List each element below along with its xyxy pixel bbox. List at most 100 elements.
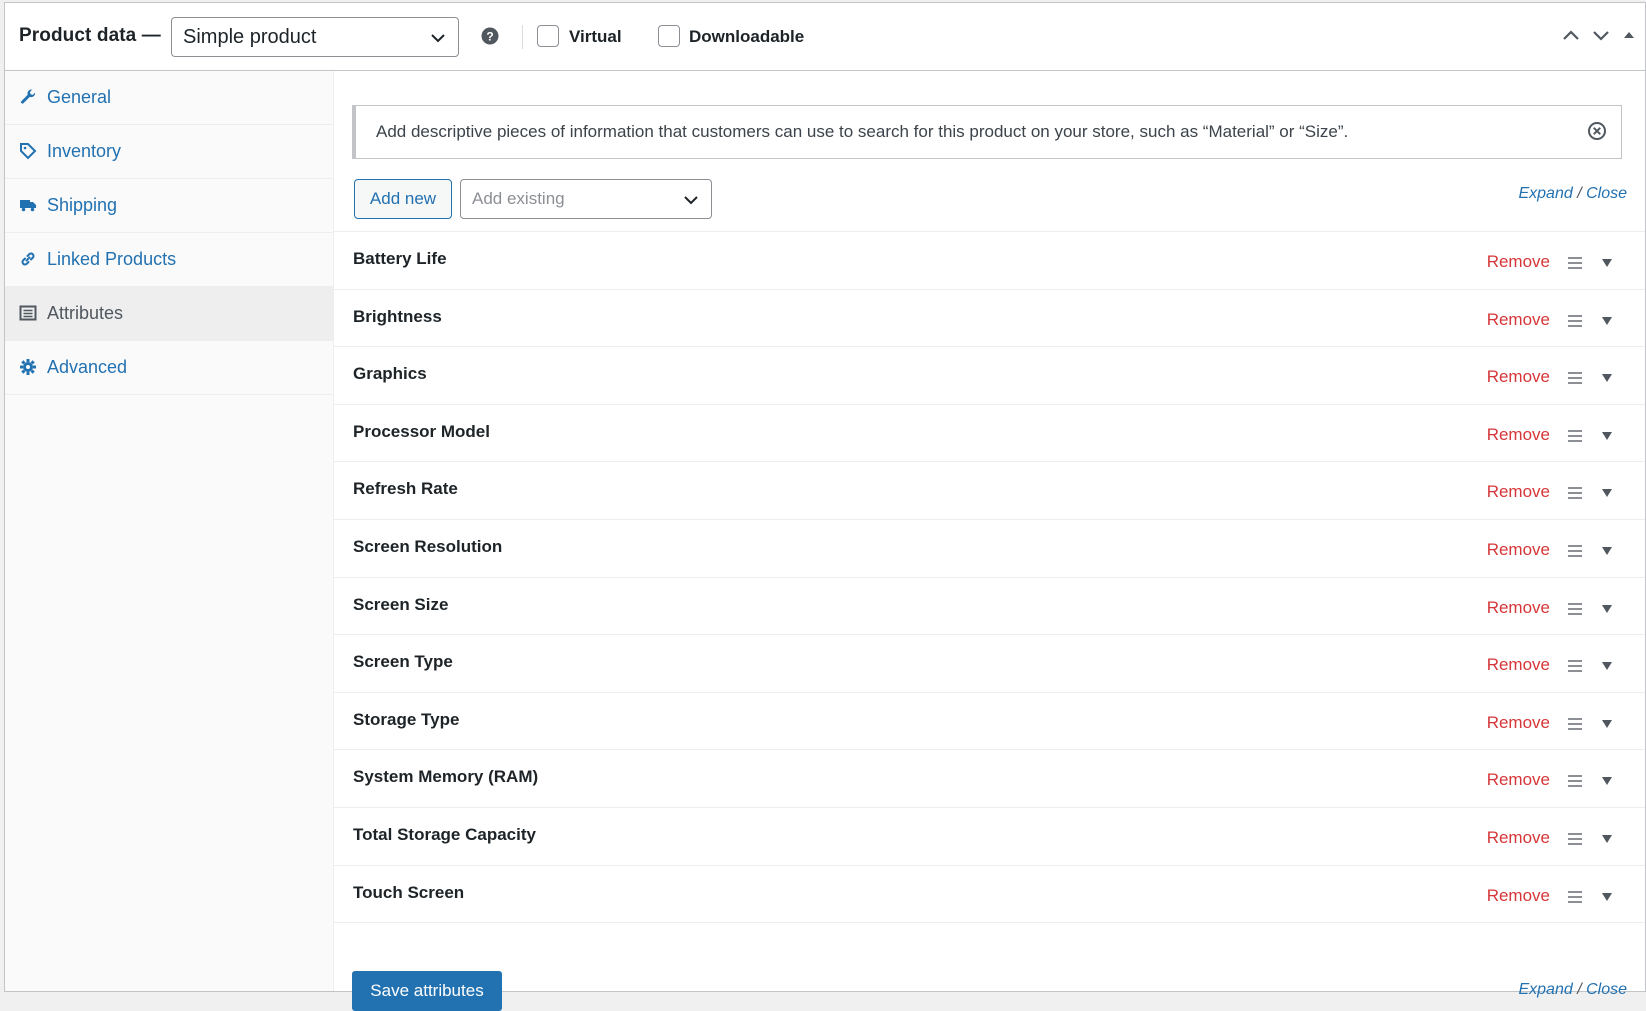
tab-advanced[interactable]: Advanced: [5, 341, 333, 395]
tab-label: Attributes: [47, 303, 124, 323]
expand-close-links-bottom: Expand / Close: [1518, 981, 1627, 998]
panel-title: Product data —: [19, 25, 161, 46]
chevron-down-icon: [684, 196, 698, 205]
expand-toggle-icon[interactable]: [1601, 834, 1613, 844]
expand-toggle-icon[interactable]: [1601, 604, 1613, 614]
tab-attributes[interactable]: Attributes: [5, 287, 333, 341]
remove-link[interactable]: Remove: [1487, 655, 1550, 675]
attribute-name: Processor Model: [353, 421, 490, 441]
attribute-row[interactable]: Storage Type Remove: [334, 691, 1645, 750]
drag-handle-icon[interactable]: [1567, 602, 1583, 616]
virtual-label: Virtual: [569, 27, 622, 46]
attribute-row[interactable]: Brightness Remove: [334, 288, 1645, 347]
expand-link[interactable]: Expand: [1518, 185, 1572, 202]
attribute-row[interactable]: Refresh Rate Remove: [334, 461, 1645, 519]
add-existing-placeholder: Add existing: [472, 189, 565, 208]
truck-icon: [20, 200, 36, 212]
tab-label: General: [47, 87, 112, 107]
expand-toggle-icon[interactable]: [1601, 661, 1613, 671]
add-existing-select[interactable]: Add existing: [460, 179, 712, 219]
remove-link[interactable]: Remove: [1487, 425, 1550, 445]
expand-toggle-icon[interactable]: [1601, 488, 1613, 498]
attribute-row[interactable]: Graphics Remove: [334, 346, 1645, 404]
remove-link[interactable]: Remove: [1487, 713, 1550, 733]
tab-general[interactable]: General: [5, 71, 333, 125]
drag-handle-icon[interactable]: [1567, 832, 1583, 846]
attribute-row[interactable]: Screen Resolution Remove: [334, 518, 1645, 577]
product-type-value: Simple product: [183, 25, 317, 48]
expand-toggle-icon[interactable]: [1601, 776, 1613, 786]
attribute-row[interactable]: Battery Life Remove: [334, 231, 1645, 289]
remove-link[interactable]: Remove: [1487, 367, 1550, 387]
tag-icon: [20, 143, 37, 160]
attributes-panel: Add descriptive pieces of information th…: [334, 71, 1645, 1011]
close-icon[interactable]: [1587, 121, 1607, 141]
remove-link[interactable]: Remove: [1487, 252, 1550, 272]
attribute-row[interactable]: Total Storage Capacity Remove: [334, 806, 1645, 865]
close-link[interactable]: Close: [1586, 185, 1627, 202]
help-icon[interactable]: ?: [481, 27, 499, 45]
remove-link[interactable]: Remove: [1487, 540, 1550, 560]
attribute-list-end: [334, 922, 1645, 924]
downloadable-checkbox[interactable]: [658, 25, 680, 47]
expand-toggle-icon[interactable]: [1601, 431, 1613, 441]
product-data-panel: Product data — Simple product ? Virtual …: [4, 2, 1646, 1011]
add-new-button[interactable]: Add new: [354, 179, 452, 219]
tab-shipping[interactable]: Shipping: [5, 179, 333, 233]
gear-icon: [20, 359, 36, 375]
attribute-list: Battery Life Remove Brightness Remove Graphi…: [334, 231, 1645, 924]
attribute-name: Storage Type: [353, 709, 460, 729]
expand-toggle-icon[interactable]: [1601, 316, 1613, 326]
expand-toggle-icon[interactable]: [1601, 892, 1613, 902]
virtual-checkbox[interactable]: [537, 25, 559, 47]
attribute-name: System Memory (RAM): [353, 767, 539, 787]
attribute-name: Screen Resolution: [353, 536, 503, 556]
tab-label: Advanced: [47, 357, 128, 377]
attribute-row[interactable]: Touch Screen Remove: [334, 864, 1645, 923]
drag-handle-icon[interactable]: [1567, 429, 1583, 443]
expand-toggle-icon[interactable]: [1601, 719, 1613, 729]
remove-link[interactable]: Remove: [1487, 482, 1550, 502]
remove-link[interactable]: Remove: [1487, 310, 1550, 330]
collapse-panel-icon[interactable]: [1621, 27, 1637, 43]
product-type-select[interactable]: Simple product: [171, 17, 459, 57]
drag-handle-icon[interactable]: [1567, 371, 1583, 385]
attribute-row[interactable]: Screen Size Remove: [334, 576, 1645, 635]
chevron-down-icon: [431, 34, 445, 43]
save-attributes-button[interactable]: Save attributes: [352, 971, 502, 1011]
remove-link[interactable]: Remove: [1487, 598, 1550, 618]
tab-linked-products[interactable]: Linked Products: [5, 233, 333, 287]
move-down-icon[interactable]: [1591, 25, 1611, 45]
move-up-icon[interactable]: [1561, 25, 1581, 45]
attribute-row[interactable]: Processor Model Remove: [334, 403, 1645, 462]
tab-label: Shipping: [47, 195, 118, 215]
attribute-name: Total Storage Capacity: [353, 824, 536, 844]
attribute-row[interactable]: System Memory (RAM) Remove: [334, 749, 1645, 807]
drag-handle-icon[interactable]: [1567, 717, 1583, 731]
link-icon: [21, 252, 35, 266]
remove-link[interactable]: Remove: [1487, 828, 1550, 848]
drag-handle-icon[interactable]: [1567, 659, 1583, 673]
tab-inventory[interactable]: Inventory: [5, 125, 333, 179]
expand-toggle-icon[interactable]: [1601, 546, 1613, 556]
drag-handle-icon[interactable]: [1567, 256, 1583, 270]
expand-link[interactable]: Expand: [1518, 981, 1572, 998]
drag-handle-icon[interactable]: [1567, 544, 1583, 558]
attribute-name: Brightness: [353, 306, 442, 326]
close-link[interactable]: Close: [1586, 981, 1627, 998]
drag-handle-icon[interactable]: [1567, 890, 1583, 904]
expand-toggle-icon[interactable]: [1601, 373, 1613, 383]
attribute-row[interactable]: Screen Type Remove: [334, 634, 1645, 692]
remove-link[interactable]: Remove: [1487, 770, 1550, 790]
drag-handle-icon[interactable]: [1567, 486, 1583, 500]
drag-handle-icon[interactable]: [1567, 314, 1583, 328]
expand-toggle-icon[interactable]: [1601, 258, 1613, 268]
panel-header: Product data — Simple product ? Virtual …: [5, 3, 1645, 71]
attribute-name: Refresh Rate: [353, 479, 458, 499]
remove-link[interactable]: Remove: [1487, 886, 1550, 906]
drag-handle-icon[interactable]: [1567, 774, 1583, 788]
expand-close-links-top: Expand / Close: [1518, 185, 1627, 202]
attribute-name: Screen Type: [353, 652, 453, 672]
tab-label: Inventory: [47, 141, 122, 161]
notice-text: Add descriptive pieces of information th…: [376, 122, 1349, 141]
